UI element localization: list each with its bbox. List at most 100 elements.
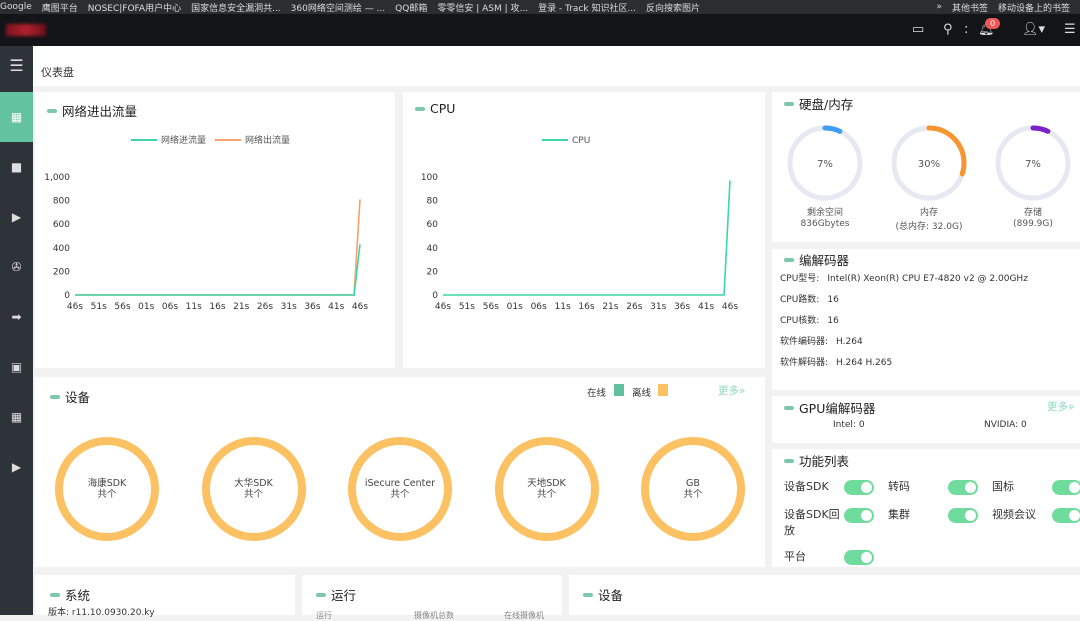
x-tick-label: 46s	[67, 302, 83, 312]
gauge-name: 内存	[919, 208, 938, 218]
feature-toggle[interactable]	[844, 480, 874, 495]
user-icon[interactable]: 👤︎▾	[1022, 22, 1045, 37]
device-count: 共个	[390, 489, 410, 500]
traffic-chart: 网络进流量 网络出流量 0 200 400 600 800 1,000 46s 51s 56s 01s…	[44, 134, 368, 312]
codec-panel: 编解码器 CPU型号: Intel(R) Xeon(R) CPU E7-4820 …	[772, 249, 1080, 390]
title-bullet-icon	[50, 592, 60, 597]
gauge-ring: 30%	[891, 125, 967, 201]
device-count: 共个	[97, 489, 117, 500]
feature-toggle[interactable]	[948, 508, 978, 523]
dashboard-icon: ▦	[10, 110, 23, 124]
y-tick-label: 800	[53, 197, 70, 207]
legend-label[interactable]: CPU	[572, 136, 590, 146]
device-ring[interactable]: 海康SDK 共个	[55, 437, 159, 541]
screen-icon[interactable]: ▭	[912, 22, 924, 37]
gpu-more-link[interactable]: 更多»	[1047, 399, 1074, 414]
feature-label: 转码	[888, 480, 910, 493]
bookmark-item[interactable]: Google	[0, 2, 32, 12]
series-line	[75, 199, 361, 296]
panel-title: GPU编解码器	[799, 401, 876, 416]
codec-key: CPU型号:	[780, 274, 820, 284]
sidebar-item-aperture[interactable]: ✇	[0, 242, 33, 292]
sidebar-item-dashboard[interactable]: ▦	[0, 92, 33, 142]
device-name: 海康SDK	[87, 478, 127, 489]
panel-title: 运行	[331, 588, 357, 603]
panel-title: 功能列表	[799, 454, 850, 469]
bookmark-item[interactable]: 鹰图平台	[42, 1, 78, 14]
bookmark-item[interactable]: 360网络空间测绘 — ...	[291, 1, 385, 14]
search-icon[interactable]: ⚲	[943, 22, 953, 37]
device-ring[interactable]: GB 共个	[641, 437, 745, 541]
codec-value: H.264 H.265	[836, 358, 893, 368]
panel-title: 系统	[65, 588, 91, 603]
monitor-user-icon: ▣	[10, 360, 23, 374]
disk-panel: 硬盘/内存 7% 剩余空间 836Gbytes 30% 内存 (总内存: 32.0G) 7%…	[772, 92, 1080, 242]
bookmarks-overflow-button[interactable]: »	[936, 2, 942, 12]
codec-row: CPU核数: 16	[780, 313, 839, 326]
bookmark-item[interactable]: 国家信息安全漏洞共...	[191, 1, 281, 14]
legend-label[interactable]: 网络出流量	[245, 134, 290, 146]
feature-toggle[interactable]	[844, 508, 874, 523]
y-tick-label: 400	[53, 244, 70, 254]
panel-title: 设备	[598, 588, 624, 603]
device-name: GB	[686, 478, 700, 489]
gauge-name: 剩余空间	[806, 208, 843, 218]
column-header: 运行	[316, 611, 332, 620]
bookmark-item[interactable]: 反向搜索图片	[646, 1, 700, 14]
more-icon[interactable]: :	[964, 22, 968, 37]
codec-key: 软件编码器:	[780, 337, 829, 347]
sidebar-item-grid[interactable]: ▦	[0, 392, 33, 442]
gauge-ring: 7%	[787, 125, 863, 201]
x-tick-label: 41s	[698, 302, 714, 312]
sidebar-item-monitor-user[interactable]: ▣	[0, 342, 33, 392]
sidebar-item-play[interactable]: ▶	[0, 192, 33, 242]
x-tick-label: 51s	[459, 302, 475, 312]
bookmark-item[interactable]: QQ邮箱	[395, 1, 427, 14]
feature-toggle[interactable]	[948, 480, 978, 495]
y-tick-label: 40	[427, 244, 439, 254]
x-tick-label: 36s	[674, 302, 690, 312]
y-tick-label: 1,000	[44, 173, 70, 183]
bookmark-item[interactable]: NOSEC|FOFA用户中心	[88, 1, 181, 14]
x-tick-label: 06s	[162, 302, 178, 312]
x-tick-label: 51s	[91, 302, 107, 312]
legend-offline-label: 离线	[632, 388, 652, 399]
sidebar-item-camera[interactable]: ■	[0, 142, 33, 192]
feature-toggle[interactable]	[1052, 508, 1080, 523]
bookmark-folder[interactable]: 移动设备上的书签	[998, 1, 1070, 14]
cpu-chart: CPU 0 20 40 60 80 100 46s 51s 56s 01s 06s 11s 16s 21s 2…	[421, 136, 739, 312]
feature-label: 集群	[888, 508, 910, 521]
device-ring[interactable]: iSecure Center 共个	[348, 437, 452, 541]
feature-toggle[interactable]	[844, 550, 874, 565]
legend-label[interactable]: 网络进流量	[161, 134, 206, 146]
x-tick-label: 16s	[209, 302, 225, 312]
sidebar-toggle[interactable]: ☰	[0, 46, 33, 84]
device-name: iSecure Center	[364, 478, 436, 489]
bookmark-item[interactable]: 登录 - Track 知识社区...	[538, 1, 636, 14]
series-line	[75, 244, 361, 296]
codec-value: Intel(R) Xeon(R) CPU E7-4820 v2 @ 2.00GH…	[827, 274, 1028, 284]
bookmark-item[interactable]: 零零信安 | ASM | 攻...	[437, 1, 528, 14]
gpu-intel: Intel: 0	[833, 420, 865, 430]
breadcrumb: 仪表盘	[33, 46, 1080, 86]
traffic-panel: 网络进出流量 网络进流量 网络出流量 0 200 400 600 800 1,000 46s 51…	[35, 92, 395, 368]
y-tick-label: 20	[427, 267, 439, 277]
sidebar-item-video[interactable]: ▶	[0, 442, 33, 492]
menu-icon[interactable]: ☰	[1064, 22, 1076, 37]
device-ring[interactable]: 天地SDK 共个	[494, 437, 599, 541]
y-tick-label: 600	[53, 220, 70, 230]
x-tick-label: 06s	[531, 302, 547, 312]
devices-panel: 设备 在线 离线 更多» 海康SDK 共个 大华SDK 共个 iSecure Cente…	[35, 377, 765, 567]
folder-icon: ➡	[11, 310, 22, 324]
title-bullet-icon	[583, 592, 593, 597]
column-header: 摄像机总数	[414, 611, 454, 620]
panel-title: 设备	[65, 390, 91, 405]
sidebar-item-folder[interactable]: ➡	[0, 292, 33, 342]
codec-key: CPU路数:	[780, 295, 820, 305]
bookmark-folder[interactable]: 其他书签	[952, 1, 988, 14]
devices-more-link[interactable]: 更多»	[718, 383, 745, 398]
gauge-sub: (899.9G)	[1013, 219, 1053, 229]
device-ring[interactable]: 大华SDK 共个	[201, 437, 306, 541]
x-tick-label: 01s	[138, 302, 154, 312]
feature-toggle[interactable]	[1052, 480, 1080, 495]
